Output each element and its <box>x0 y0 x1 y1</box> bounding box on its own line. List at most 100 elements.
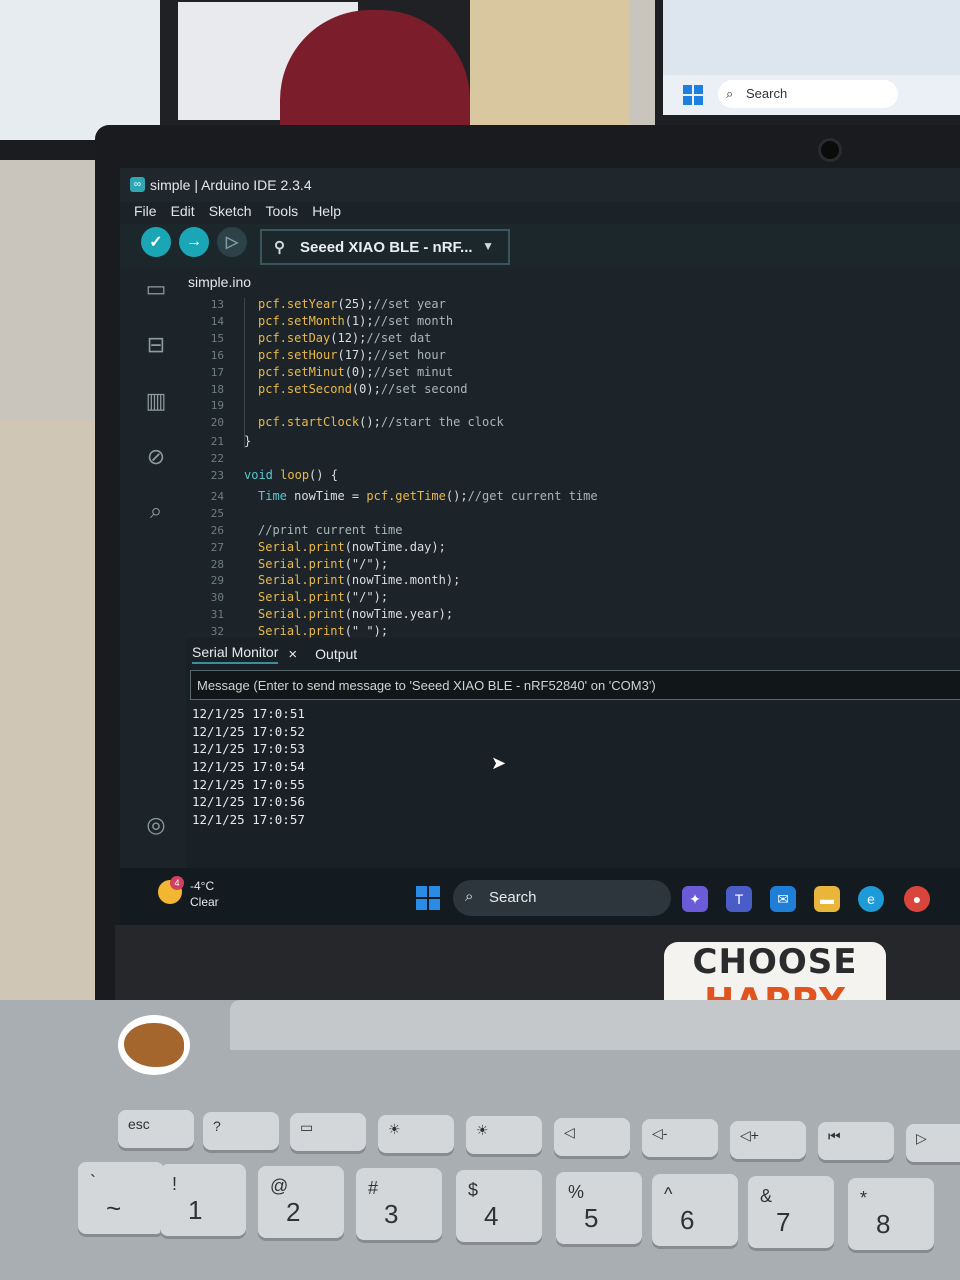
mail-icon[interactable]: ✉ <box>770 886 796 912</box>
weather-condition: Clear <box>190 895 219 909</box>
laptop-hinge-cover <box>230 1000 960 1050</box>
code-line: pcf.setMonth(1);//set month <box>258 313 454 328</box>
function-key[interactable]: ☀ <box>466 1116 542 1154</box>
menu-help[interactable]: Help <box>312 200 341 224</box>
key-label: 2 <box>286 1197 301 1227</box>
number-key[interactable]: ! 1 <box>160 1164 246 1236</box>
folder-icon[interactable]: ▭ <box>142 276 170 304</box>
line-number: 30 <box>210 591 224 605</box>
number-key[interactable]: ` ~ <box>78 1162 164 1234</box>
file-tab[interactable]: simple.ino <box>188 274 251 290</box>
debug-icon: ▷ <box>225 234 239 251</box>
key-shift-symbol: * <box>860 1188 868 1208</box>
function-key[interactable]: ▷ <box>906 1123 960 1162</box>
debug-button[interactable]: ▷ <box>217 227 247 257</box>
key-label: ~ <box>106 1193 122 1223</box>
function-key[interactable]: ◁+ <box>730 1120 806 1159</box>
close-icon[interactable]: × <box>288 646 297 663</box>
code-line: Serial.print(nowTime.day); <box>258 539 446 554</box>
line-number: 15 <box>210 331 224 345</box>
library-icon[interactable]: ▥ <box>142 388 170 416</box>
sidebar: ▭ ⊟ ▥ ⊘ ⌕ ◎ <box>120 268 186 868</box>
key-label: 3 <box>384 1199 399 1229</box>
line-number: 22 <box>210 452 224 466</box>
bottom-panel: Serial Monitor × Output Message (Enter t… <box>186 638 960 868</box>
serial-line: 12/1/25 17:0:52 <box>192 723 305 739</box>
line-number: 23 <box>210 469 224 482</box>
menu-edit[interactable]: Edit <box>171 200 195 224</box>
number-key[interactable]: ^ 6 <box>652 1174 738 1246</box>
mouse-pointer-icon: ➤ <box>491 753 507 773</box>
window-title: simple | Arduino IDE 2.3.4 <box>150 177 312 193</box>
toolbar: ✓ → ▷ ⚲ Seeed XIAO BLE - nRF... ▼ <box>120 224 960 268</box>
serial-line: 12/1/25 17:0:55 <box>192 776 305 792</box>
board-manager-icon[interactable]: ⊟ <box>142 332 170 360</box>
key-shift-symbol: & <box>760 1186 773 1206</box>
function-key[interactable]: ◁ <box>554 1117 630 1156</box>
serial-line: 12/1/25 17:0:51 <box>192 706 305 721</box>
line-number: 20 <box>210 416 224 430</box>
line-number: 18 <box>210 382 224 396</box>
function-key[interactable]: ◁- <box>642 1119 718 1157</box>
menu-tools[interactable]: Tools <box>266 200 299 224</box>
taskbar-search[interactable]: ⌕ Search <box>453 880 671 916</box>
line-number: 14 <box>210 314 224 328</box>
function-key[interactable]: ? <box>203 1111 279 1150</box>
upload-button[interactable]: → <box>179 227 209 257</box>
board-selector[interactable]: ⚲ Seeed XIAO BLE - nRF... ▼ <box>260 229 510 265</box>
account-icon[interactable]: ◎ <box>142 812 170 840</box>
function-key[interactable]: ☀ <box>378 1114 454 1153</box>
line-number: 25 <box>210 506 224 520</box>
pegboard-shelf <box>470 0 630 130</box>
function-key[interactable]: ⏮ <box>818 1122 894 1160</box>
code-line: } <box>244 434 252 449</box>
windows-taskbar: 4 -4°C Clear ⌕ Search ✦ T ✉ ▬ e ● <box>120 868 960 928</box>
tab-serial-monitor[interactable]: Serial Monitor <box>192 644 279 664</box>
key-label: 1 <box>188 1195 203 1225</box>
board-name: Seeed XIAO BLE - nRF... <box>300 239 473 256</box>
menu-file[interactable]: File <box>134 200 157 224</box>
key-shift-symbol: % <box>568 1182 585 1202</box>
debug-icon[interactable]: ⊘ <box>142 444 170 472</box>
function-key[interactable]: esc <box>118 1110 194 1148</box>
laptop-screen: ∞ simple | Arduino IDE 2.3.4 File Edit S… <box>120 168 960 928</box>
number-key[interactable]: #3 <box>356 1168 442 1240</box>
key-shift-symbol: ` <box>90 1172 96 1192</box>
verify-button[interactable]: ✓ <box>141 227 171 257</box>
edge-icon[interactable]: e <box>858 886 884 912</box>
code-line: Serial.print(" "); <box>258 624 389 639</box>
menu-sketch[interactable]: Sketch <box>209 200 252 224</box>
number-key[interactable]: % 5 <box>556 1172 642 1244</box>
code-line: Serial.print("/"); <box>258 590 389 605</box>
line-number: 27 <box>210 540 224 554</box>
check-icon: ✓ <box>149 234 163 251</box>
code-editor[interactable]: simple.ino 13 pcf.setYear(25);//set year 1… <box>186 268 960 638</box>
number-key[interactable]: @2 <box>258 1166 344 1238</box>
panel-tabs: Serial Monitor × Output <box>192 644 367 664</box>
serial-line: 12/1/25 17:0:56 <box>192 794 305 810</box>
serial-message-input[interactable]: Message (Enter to send message to 'Seeed… <box>190 670 960 700</box>
key-label: 7 <box>776 1207 791 1237</box>
tab-output[interactable]: Output <box>315 646 357 662</box>
notification-badge: 4 <box>170 876 184 890</box>
copilot-icon[interactable]: ✦ <box>682 886 708 912</box>
number-key[interactable]: * 8 <box>848 1178 934 1250</box>
photo-scene: ⌕ Search ∞ simple | Arduino IDE 2.3.4 Fi… <box>0 0 960 1280</box>
line-number: 26 <box>210 523 224 537</box>
number-key[interactable]: $4 <box>456 1170 542 1242</box>
search-icon[interactable]: ⌕ <box>142 498 170 526</box>
serial-line: 12/1/25 17:0:54 <box>192 759 305 775</box>
number-key[interactable]: & 7 <box>748 1176 834 1248</box>
windows-start-icon[interactable] <box>416 886 440 910</box>
key-shift-symbol: ^ <box>664 1184 673 1204</box>
code-line: void loop() { <box>244 468 338 482</box>
usb-icon: ⚲ <box>274 239 285 256</box>
serial-output: 12/1/25 17:0:51 12/1/25 17:0:52 12/1/25 … <box>192 706 305 830</box>
line-number: 32 <box>210 625 224 639</box>
chrome-icon[interactable]: ● <box>904 886 930 912</box>
teams-icon[interactable]: T <box>726 886 752 912</box>
file-explorer-icon[interactable]: ▬ <box>814 886 840 912</box>
function-key[interactable]: ▭ <box>290 1113 366 1151</box>
windows-start-icon <box>683 85 703 105</box>
code-line: Serial.print("/"); <box>258 556 389 571</box>
